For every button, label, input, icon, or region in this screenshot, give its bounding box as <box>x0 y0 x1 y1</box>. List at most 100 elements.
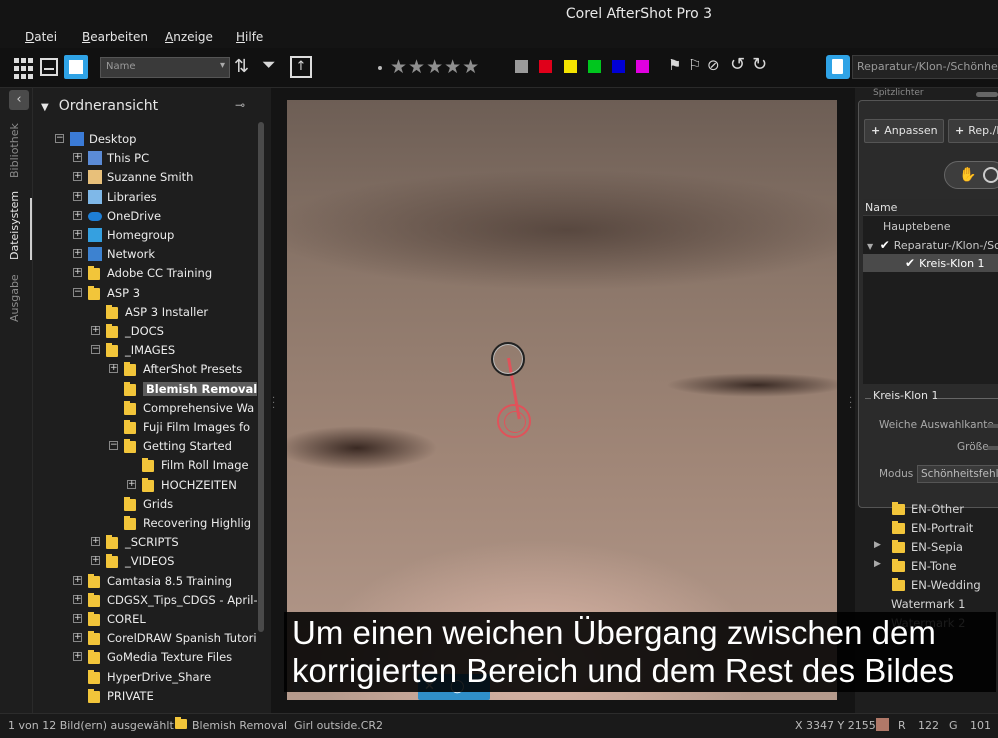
preset-folder-item[interactable]: EN-Portrait <box>860 519 998 538</box>
expand-icon[interactable]: + <box>73 172 82 182</box>
clone-source-circle[interactable] <box>491 342 525 376</box>
preset-folder-item[interactable]: EN-Other <box>860 500 998 519</box>
expand-icon[interactable]: + <box>73 268 82 278</box>
expand-icon[interactable]: + <box>73 614 82 623</box>
feather-slider[interactable] <box>987 424 998 428</box>
expand-icon[interactable]: + <box>91 326 100 335</box>
tree-item[interactable]: + Suzanne Smith <box>33 168 263 187</box>
preset-folder-item[interactable]: ▶ EN-Tone <box>860 557 998 576</box>
menu-hilfe[interactable]: Hilfe <box>236 30 263 44</box>
adjust-button[interactable]: + Anpassen <box>864 119 944 143</box>
scrollbar-thumb[interactable] <box>258 122 264 632</box>
tree-item[interactable]: Recovering Highlig <box>33 514 263 533</box>
flag-clear-icon[interactable]: ⊘ <box>707 58 720 73</box>
expand-icon[interactable]: + <box>73 230 82 239</box>
clear-rating-dot[interactable] <box>378 66 382 70</box>
expand-icon[interactable]: + <box>73 575 82 585</box>
tree-item[interactable]: + Camtasia 8.5 Training <box>33 572 263 591</box>
menu-anzeige[interactable]: Anzeige <box>165 30 213 44</box>
tree-item[interactable]: + GoMedia Texture Files <box>33 648 263 667</box>
color-label-swatch[interactable] <box>636 60 649 73</box>
panel-slider[interactable] <box>976 92 998 97</box>
layer-visibility-checkbox[interactable]: ✔ <box>880 238 890 252</box>
color-label-swatch[interactable] <box>612 60 625 73</box>
flag-icon[interactable]: ⚑ <box>668 58 681 73</box>
clone-target-circle[interactable] <box>497 404 531 438</box>
color-label-swatch[interactable] <box>564 60 577 73</box>
tree-item[interactable]: + Homegroup <box>33 226 263 245</box>
filter-icon[interactable]: ⏷ <box>262 57 276 74</box>
expand-icon[interactable]: + <box>91 537 100 547</box>
rotate-right-icon[interactable]: ↻ <box>752 56 767 74</box>
expand-icon[interactable]: + <box>91 556 100 566</box>
tab-ausgabe[interactable]: Ausgabe <box>8 274 21 322</box>
tree-item[interactable]: + This PC <box>33 149 263 168</box>
rotate-left-icon[interactable]: ↺ <box>730 56 745 74</box>
rating-stars[interactable]: ★★★★★ <box>390 56 480 78</box>
layer-row[interactable]: Hauptebene <box>863 218 998 236</box>
expand-icon[interactable]: + <box>73 249 82 259</box>
expand-triangle-icon[interactable]: ▶ <box>874 540 881 550</box>
preset-folder-item[interactable]: ▶ EN-Sepia <box>860 538 998 557</box>
photo-canvas[interactable] <box>287 100 837 700</box>
preset-folder-item[interactable]: EN-Wedding <box>860 576 998 595</box>
tree-item[interactable]: + AfterShot Presets <box>33 360 263 379</box>
tree-item[interactable]: − ASP 3 <box>33 284 263 303</box>
flag-reject-icon[interactable]: ⚐ <box>688 58 701 73</box>
tree-item[interactable]: Film Roll Image <box>33 456 263 475</box>
color-label-swatch[interactable] <box>539 60 552 73</box>
split-view-icon[interactable] <box>40 58 58 76</box>
tree-item[interactable]: PRIVATE <box>33 687 263 706</box>
menu-datei[interactable]: Datei <box>25 30 57 44</box>
collapse-icon[interactable]: − <box>73 287 82 297</box>
menu-bearbeiten[interactable]: Bearbeiten <box>82 30 148 44</box>
pin-icon[interactable]: ⊸ <box>235 98 245 112</box>
tree-item[interactable]: + OneDrive <box>33 207 263 226</box>
tree-item[interactable]: + Network <box>33 245 263 264</box>
expand-triangle-icon[interactable]: ▶ <box>874 559 881 569</box>
expand-triangle-icon[interactable]: ▼ <box>867 242 876 251</box>
folder-scrollbar[interactable] <box>257 112 265 704</box>
expand-icon[interactable]: + <box>73 153 82 163</box>
size-slider[interactable] <box>987 446 998 450</box>
tree-item[interactable]: + Libraries <box>33 188 263 207</box>
tree-item[interactable]: Fuji Film Images fo <box>33 418 263 437</box>
collapse-icon[interactable]: − <box>91 345 100 355</box>
tree-item[interactable]: HyperDrive_Share <box>33 668 263 687</box>
tree-item[interactable]: + _VIDEOS <box>33 552 263 571</box>
tree-item[interactable]: + CorelDRAW Spanish Tutori <box>33 629 263 648</box>
tree-item[interactable]: − _IMAGES <box>33 341 263 360</box>
right-splitter-handle[interactable]: · · · <box>849 394 852 414</box>
expand-icon[interactable]: + <box>73 594 82 604</box>
expand-icon[interactable]: + <box>73 633 82 643</box>
color-label-swatch[interactable] <box>515 60 528 73</box>
tab-bibliothek[interactable]: Bibliothek <box>8 123 21 178</box>
sort-select[interactable]: Name ▾ <box>100 57 230 78</box>
tree-item[interactable]: − Getting Started <box>33 437 263 456</box>
left-splitter-handle[interactable]: · · · <box>272 394 275 414</box>
expand-icon[interactable]: + <box>73 191 82 201</box>
circle-icon[interactable] <box>983 167 998 183</box>
tree-item[interactable]: + COREL <box>33 610 263 629</box>
tab-dateisystem[interactable]: Dateisystem <box>8 191 21 260</box>
single-view-icon[interactable] <box>64 55 88 79</box>
tree-item[interactable]: Grids <box>33 495 263 514</box>
expand-icon[interactable]: + <box>127 479 136 489</box>
expand-icon[interactable]: + <box>73 210 82 220</box>
tree-item[interactable]: ASP 3 Installer <box>33 303 263 322</box>
collapse-panel-button[interactable]: ‹ <box>9 90 29 110</box>
layer-visibility-checkbox[interactable]: ✔ <box>905 256 915 270</box>
folder-panel-header[interactable]: ▼ Ordneransicht <box>41 98 158 114</box>
tree-item[interactable]: + _SCRIPTS <box>33 533 263 552</box>
collapse-icon[interactable]: − <box>109 441 118 451</box>
preset-name-field[interactable]: Reparatur-/Klon-/Schönheitsfehler <box>852 55 998 79</box>
tree-item[interactable]: Blemish Removal <box>33 380 263 399</box>
tree-item[interactable]: + CDGSX_Tips_CDGS - April- <box>33 591 263 610</box>
tree-item[interactable]: + HOCHZEITEN <box>33 476 263 495</box>
tool-toggle[interactable]: ✋ <box>944 161 998 189</box>
tree-item[interactable]: − Desktop <box>33 130 263 149</box>
hand-icon[interactable]: ✋ <box>959 167 976 183</box>
tree-item[interactable]: Comprehensive Wa <box>33 399 263 418</box>
tree-item[interactable]: + _DOCS <box>33 322 263 341</box>
expand-icon[interactable]: + <box>73 652 82 662</box>
